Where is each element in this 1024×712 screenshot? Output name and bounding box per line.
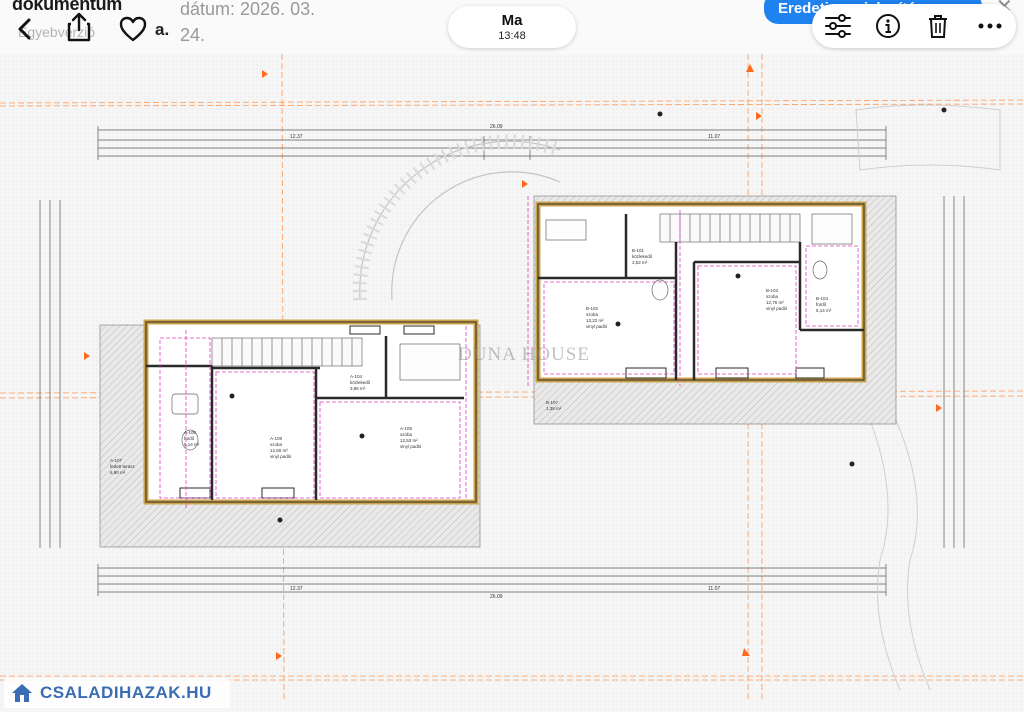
trash-icon — [929, 15, 947, 38]
svg-text:3,52 m²: 3,52 m² — [632, 260, 648, 265]
svg-text:12,53 m²: 12,53 m² — [400, 438, 418, 443]
document-date: dátum: 2026. 03. 24. — [180, 0, 316, 45]
svg-text:A-105: A-105 — [400, 426, 413, 431]
svg-text:3,86 m²: 3,86 m² — [350, 386, 366, 391]
site-name: CSALADIHAZAK.HU — [40, 683, 212, 702]
more-icon — [978, 23, 1002, 29]
svg-text:közlekedő: közlekedő — [632, 254, 653, 259]
svg-text:szoba: szoba — [400, 432, 413, 437]
info-button[interactable] — [874, 12, 902, 40]
svg-text:26.09: 26.09 — [490, 124, 503, 130]
svg-text:közlekedő: közlekedő — [350, 380, 371, 385]
site-watermark: CSALADIHAZAK.HU — [4, 678, 230, 708]
chevron-left-icon — [18, 18, 31, 40]
svg-text:szoba: szoba — [766, 294, 779, 299]
day-label: Ma — [501, 12, 523, 29]
sliders-icon — [825, 14, 851, 38]
viewer-toolbar — [812, 4, 1016, 48]
svg-text:fedett terasz: fedett terasz — [110, 464, 136, 469]
svg-text:vinyl padló: vinyl padló — [766, 306, 788, 311]
svg-text:5,14 m²: 5,14 m² — [816, 308, 832, 313]
viewer-top-bar: dokumentum Egyebverzió a. dátum: 2026. 0… — [0, 0, 1024, 54]
svg-text:11.07: 11.07 — [708, 134, 720, 140]
heart-icon — [119, 16, 147, 42]
svg-text:A-106: A-106 — [184, 430, 197, 435]
svg-text:5,14 m²: 5,14 m² — [184, 442, 200, 447]
svg-text:szoba: szoba — [270, 442, 283, 447]
adjust-button[interactable] — [824, 12, 852, 40]
svg-text:B-101: B-101 — [632, 248, 645, 253]
svg-text:A-104: A-104 — [350, 374, 363, 379]
svg-text:vinyl padló: vinyl padló — [586, 324, 608, 329]
svg-text:12.37: 12.37 — [290, 586, 303, 592]
house-logo-icon — [12, 684, 32, 702]
delete-button[interactable] — [924, 12, 952, 40]
svg-text:11.07: 11.07 — [708, 586, 720, 592]
right-building: B-102 szoba 13,22 m² vinyl padló B-103 s… — [527, 195, 897, 425]
svg-text:vinyl padló: vinyl padló — [400, 444, 422, 449]
svg-text:12.37: 12.37 — [290, 134, 303, 140]
svg-text:B-104: B-104 — [816, 296, 829, 301]
screen: 26.09 12.37 11.07 26.09 12.37 11.07 A-10… — [0, 0, 1024, 712]
date-time-pill: Ma 13:48 — [448, 6, 576, 48]
more-button[interactable] — [976, 12, 1004, 40]
svg-text:vinyl padló: vinyl padló — [270, 454, 292, 459]
left-building: A-106 fürdő 5,14 m² A-108 szoba 12,60 m²… — [99, 319, 481, 548]
svg-text:12,76 m²: 12,76 m² — [766, 300, 784, 305]
favorite-button[interactable] — [118, 14, 148, 44]
svg-text:12,60 m²: 12,60 m² — [270, 448, 288, 453]
owner-initial: a. — [155, 20, 170, 39]
svg-text:26.09: 26.09 — [490, 594, 503, 600]
time-label: 13:48 — [498, 30, 526, 42]
svg-text:1,38 m²: 1,38 m² — [546, 406, 562, 411]
svg-text:szoba: szoba — [586, 312, 599, 317]
svg-text:B-102: B-102 — [586, 306, 599, 311]
share-icon — [67, 12, 91, 42]
agency-watermark: DUNA HOUSE — [458, 344, 590, 365]
svg-text:A-108: A-108 — [270, 436, 283, 441]
svg-text:B-103: B-103 — [766, 288, 779, 293]
svg-text:6,90 m²: 6,90 m² — [110, 470, 126, 475]
svg-text:A-107: A-107 — [110, 458, 123, 463]
svg-text:13,22 m²: 13,22 m² — [586, 318, 604, 323]
svg-text:B-107: B-107 — [546, 400, 559, 405]
share-button[interactable] — [64, 10, 94, 44]
svg-text:fürdő: fürdő — [184, 436, 195, 441]
back-button[interactable] — [10, 14, 40, 44]
svg-text:fürdő: fürdő — [816, 302, 827, 307]
info-icon — [876, 14, 900, 38]
